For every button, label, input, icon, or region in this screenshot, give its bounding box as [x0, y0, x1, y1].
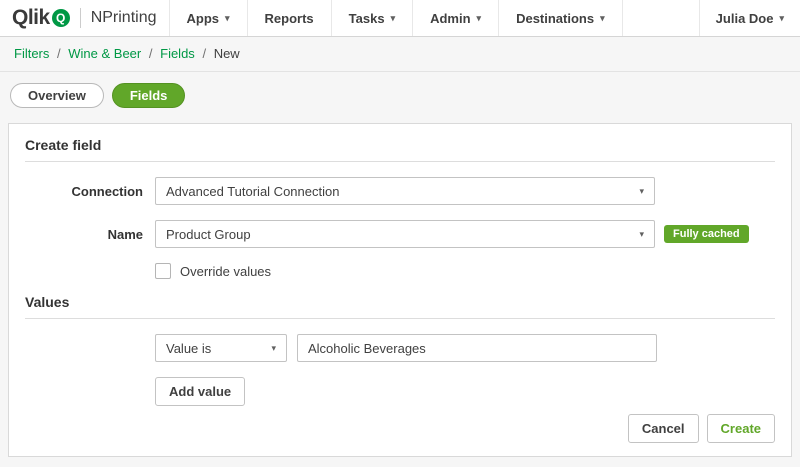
- breadcrumb-link-wine-and-beer[interactable]: Wine & Beer: [68, 46, 141, 61]
- values-section-title: Values: [25, 294, 775, 310]
- user-menu[interactable]: Julia Doe ▾: [699, 0, 800, 36]
- add-value-row: Add value: [25, 377, 775, 406]
- nav-item-label: Reports: [265, 11, 314, 26]
- breadcrumb-separator: /: [149, 46, 153, 61]
- tab-fields[interactable]: Fields: [112, 83, 186, 108]
- top-navbar: Qlik Q NPrinting Apps ▾ Reports Tasks ▾ …: [0, 0, 800, 37]
- connection-label: Connection: [25, 184, 155, 199]
- connection-selected-value: Advanced Tutorial Connection: [166, 184, 339, 199]
- cancel-button[interactable]: Cancel: [628, 414, 699, 443]
- create-field-panel: Create field Connection Advanced Tutoria…: [8, 123, 792, 457]
- chevron-down-icon: ▾: [477, 14, 482, 23]
- nav-item-label: Apps: [187, 11, 220, 26]
- breadcrumb-link-fields[interactable]: Fields: [160, 46, 195, 61]
- nav-item-tasks[interactable]: Tasks ▾: [331, 0, 412, 36]
- chevron-down-icon: ▾: [600, 14, 605, 23]
- chevron-down-icon: ▾: [271, 344, 276, 353]
- form-actions: Cancel Create: [628, 414, 775, 443]
- chevron-down-icon: ▾: [639, 230, 644, 239]
- tab-overview[interactable]: Overview: [10, 83, 104, 108]
- section-divider: [25, 318, 775, 319]
- qlik-logo-text: Qlik: [12, 6, 50, 30]
- nav-item-label: Destinations: [516, 11, 594, 26]
- nav-item-apps[interactable]: Apps ▾: [169, 0, 247, 36]
- chevron-down-icon: ▾: [391, 14, 396, 23]
- value-input[interactable]: [297, 334, 657, 362]
- name-selected-value: Product Group: [166, 227, 251, 242]
- create-field-title: Create field: [25, 137, 775, 153]
- value-condition-select[interactable]: Value is ▾: [155, 334, 287, 362]
- connection-select[interactable]: Advanced Tutorial Connection ▾: [155, 177, 655, 205]
- value-row: Value is ▾: [25, 334, 775, 362]
- override-values-row: Override values: [25, 263, 775, 279]
- name-row: Name Product Group ▾ Fully cached: [25, 220, 775, 248]
- chevron-down-icon: ▾: [225, 14, 230, 23]
- view-tabs: Overview Fields: [0, 72, 800, 118]
- chevron-down-icon: ▾: [639, 187, 644, 196]
- override-values-checkbox[interactable]: [155, 263, 171, 279]
- condition-selected-value: Value is: [166, 341, 211, 356]
- add-value-button[interactable]: Add value: [155, 377, 245, 406]
- connection-row: Connection Advanced Tutorial Connection …: [25, 177, 775, 205]
- qlik-logo[interactable]: Qlik Q NPrinting: [0, 0, 169, 36]
- nav-item-admin[interactable]: Admin ▾: [412, 0, 498, 36]
- breadcrumb: Filters / Wine & Beer / Fields / New: [0, 37, 800, 72]
- nav-item-destinations[interactable]: Destinations ▾: [498, 0, 623, 36]
- nav-item-label: Admin: [430, 11, 470, 26]
- breadcrumb-link-filters[interactable]: Filters: [14, 46, 49, 61]
- user-name: Julia Doe: [716, 11, 774, 26]
- breadcrumb-current: New: [214, 46, 240, 61]
- qlik-q-logo-icon: Q: [52, 9, 70, 27]
- nav-item-reports[interactable]: Reports: [247, 0, 331, 36]
- logo-divider: [80, 8, 81, 28]
- override-values-label: Override values: [180, 264, 271, 279]
- chevron-down-icon: ▾: [779, 14, 784, 23]
- main-menu: Apps ▾ Reports Tasks ▾ Admin ▾ Destinati…: [169, 0, 623, 36]
- product-name: NPrinting: [91, 9, 157, 27]
- section-divider: [25, 161, 775, 162]
- name-label: Name: [25, 227, 155, 242]
- fully-cached-badge: Fully cached: [664, 225, 749, 243]
- breadcrumb-separator: /: [57, 46, 61, 61]
- create-button[interactable]: Create: [707, 414, 775, 443]
- name-select[interactable]: Product Group ▾: [155, 220, 655, 248]
- nav-item-label: Tasks: [349, 11, 385, 26]
- breadcrumb-separator: /: [202, 46, 206, 61]
